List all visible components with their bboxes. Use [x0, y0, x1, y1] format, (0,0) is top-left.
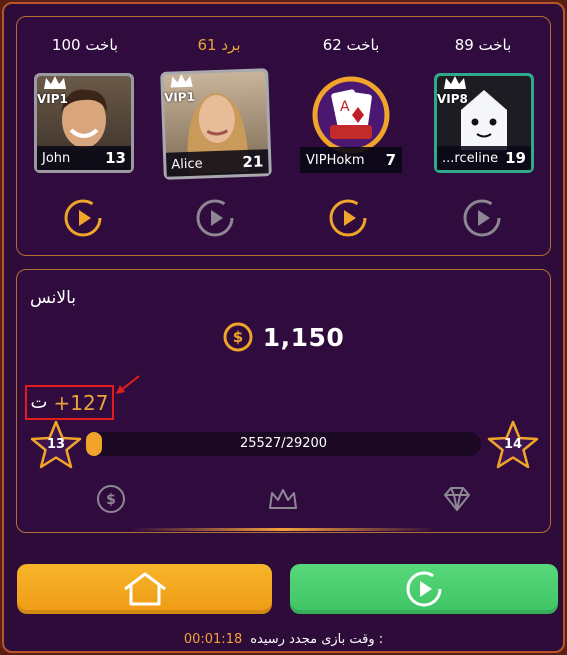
- player-level: 19: [505, 149, 526, 167]
- svg-text:A: A: [340, 99, 350, 115]
- player-level: 13: [105, 149, 126, 167]
- player-level: 21: [242, 152, 264, 172]
- player-name-bar: John 13: [37, 146, 131, 170]
- player-name: John: [42, 150, 71, 166]
- home-icon: [123, 572, 166, 606]
- crown-icon[interactable]: [266, 484, 300, 514]
- vip-badge: VIP1: [37, 92, 68, 106]
- next-level-star-icon: 14: [485, 418, 541, 474]
- replay-timer: 00:01:18: [183, 632, 243, 647]
- player-card-rceline[interactable]: VIP8 ...rceline 19: [434, 73, 534, 173]
- player-result-alice: برد 61: [197, 36, 241, 54]
- viphokm-logo-icon: A: [312, 76, 390, 154]
- player-result-viphokm: باخت 62: [322, 36, 380, 54]
- footer: 00:01:18 : وقت بازی مجدد رسیده: [0, 632, 567, 647]
- vip-badge: VIP8: [437, 92, 468, 106]
- balance-row: $ 1,150: [0, 322, 567, 352]
- xp-gain-box: ت +127: [25, 385, 114, 420]
- player-card-alice[interactable]: VIP1 Alice 21: [160, 68, 272, 180]
- player-name-bar: ...rceline 19: [437, 146, 531, 170]
- divider-glow: [130, 528, 437, 531]
- xp-unit: ت: [30, 392, 48, 413]
- current-level: 13: [46, 437, 66, 452]
- player-name-bar: Alice 21: [165, 149, 269, 177]
- player-replay-icon-alice[interactable]: [195, 198, 235, 238]
- player-level: 7: [385, 151, 396, 169]
- player-replay-icon-john[interactable]: [63, 198, 103, 238]
- balance-label: بالانس: [30, 288, 77, 308]
- player-result-john: باخت 100: [51, 36, 119, 54]
- replay-button[interactable]: [290, 564, 558, 614]
- balance-amount: 1,150: [262, 322, 345, 352]
- xp-gain: +127: [53, 390, 109, 415]
- player-replay-icon-viphokm[interactable]: [328, 198, 368, 238]
- diamond-icon[interactable]: [440, 484, 474, 514]
- svg-text:$: $: [232, 328, 242, 346]
- player-card-viphokm[interactable]: A VIPHokm 7: [300, 75, 402, 173]
- replay-message: : وقت بازی مجدد رسیده: [250, 632, 384, 647]
- dollar-coin-icon: $: [223, 322, 253, 352]
- home-button[interactable]: [17, 564, 272, 614]
- dollar-icon[interactable]: $: [94, 484, 128, 514]
- svg-text:$: $: [106, 492, 116, 508]
- player-result-rceline: باخت 89: [454, 36, 512, 54]
- level-progress-text: 25527/29200: [239, 436, 328, 451]
- player-name: Alice: [171, 155, 203, 173]
- level-progress-bar: 25527/29200: [86, 432, 481, 456]
- current-level-star-icon: 13: [28, 418, 84, 474]
- player-card-john[interactable]: VIP1 John 13: [34, 73, 134, 173]
- player-replay-icon-rceline[interactable]: [462, 198, 502, 238]
- player-name-bar: VIPHokm 7: [300, 147, 402, 173]
- player-name: ...rceline: [442, 150, 499, 166]
- replay-icon: [406, 571, 442, 607]
- next-level: 14: [503, 437, 523, 452]
- player-name: VIPHokm: [306, 152, 365, 168]
- vip-badge: VIP1: [163, 89, 196, 105]
- arrow-pointer-icon: [116, 375, 140, 394]
